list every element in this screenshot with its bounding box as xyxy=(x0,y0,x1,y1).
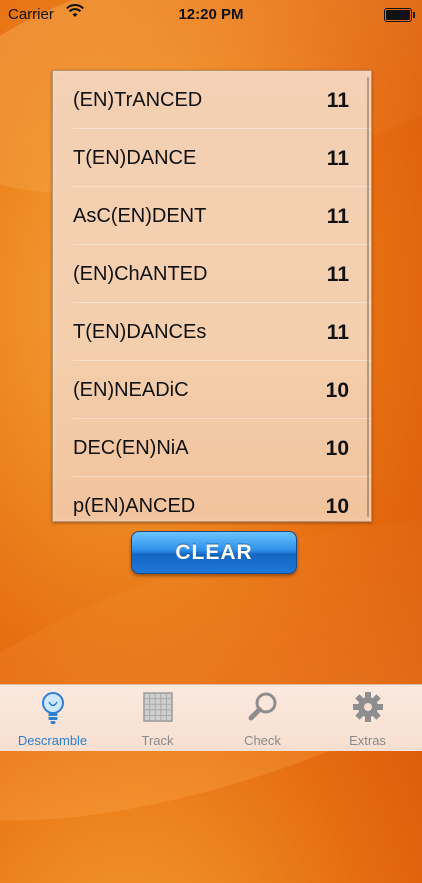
result-word: (EN)TrANCED xyxy=(73,89,203,111)
tab-bar: Descramble Track Check Extras xyxy=(0,684,422,751)
gear-icon xyxy=(353,692,383,722)
tab-descramble[interactable]: Descramble xyxy=(0,685,105,751)
list-item[interactable]: (EN)NEADiC 10 xyxy=(53,361,371,419)
list-item[interactable]: T(EN)DANCEs 11 xyxy=(53,303,371,361)
result-word: AsC(EN)DENT xyxy=(73,205,207,227)
status-bar: Carrier 12:20 PM xyxy=(0,0,422,30)
result-score: 11 xyxy=(326,147,349,170)
clear-button[interactable]: CLEAR xyxy=(131,531,297,574)
result-score: 10 xyxy=(325,437,349,460)
list-item[interactable]: DEC(EN)NiA 10 xyxy=(53,419,371,477)
grid-icon xyxy=(143,692,173,722)
result-score: 10 xyxy=(325,495,349,518)
tab-track[interactable]: Track xyxy=(105,685,210,751)
tab-label: Check xyxy=(244,733,281,748)
list-item[interactable]: p(EN)ANCED 10 xyxy=(53,477,371,521)
tab-label: Descramble xyxy=(17,733,88,748)
result-word: (EN)NEADiC xyxy=(73,379,189,401)
list-item[interactable]: T(EN)DANCE 11 xyxy=(53,129,371,187)
tab-extras[interactable]: Extras xyxy=(315,685,420,751)
status-time: 12:20 PM xyxy=(178,6,244,23)
result-score: 11 xyxy=(326,89,349,112)
lightbulb-icon xyxy=(42,692,64,724)
result-score: 11 xyxy=(326,321,349,344)
result-score: 11 xyxy=(326,205,349,228)
tab-label: Track xyxy=(141,733,174,748)
tab-label: Extras xyxy=(349,733,386,748)
results-list[interactable]: (EN)TrANCED 11 T(EN)DANCE 11 AsC(EN)DENT… xyxy=(52,70,372,522)
result-word: T(EN)DANCEs xyxy=(73,321,207,343)
result-word: T(EN)DANCE xyxy=(73,147,197,169)
result-score: 11 xyxy=(326,263,349,286)
result-word: (EN)ChANTED xyxy=(73,263,208,285)
battery-icon xyxy=(384,8,415,22)
result-score: 10 xyxy=(325,379,349,402)
result-word: p(EN)ANCED xyxy=(73,495,196,517)
list-item[interactable]: (EN)ChANTED 11 xyxy=(53,245,371,303)
result-word: DEC(EN)NiA xyxy=(73,437,189,459)
list-item[interactable]: (EN)TrANCED 11 xyxy=(53,71,371,129)
tab-check[interactable]: Check xyxy=(210,685,315,751)
magnifier-icon xyxy=(248,692,277,721)
list-item[interactable]: AsC(EN)DENT 11 xyxy=(53,187,371,245)
